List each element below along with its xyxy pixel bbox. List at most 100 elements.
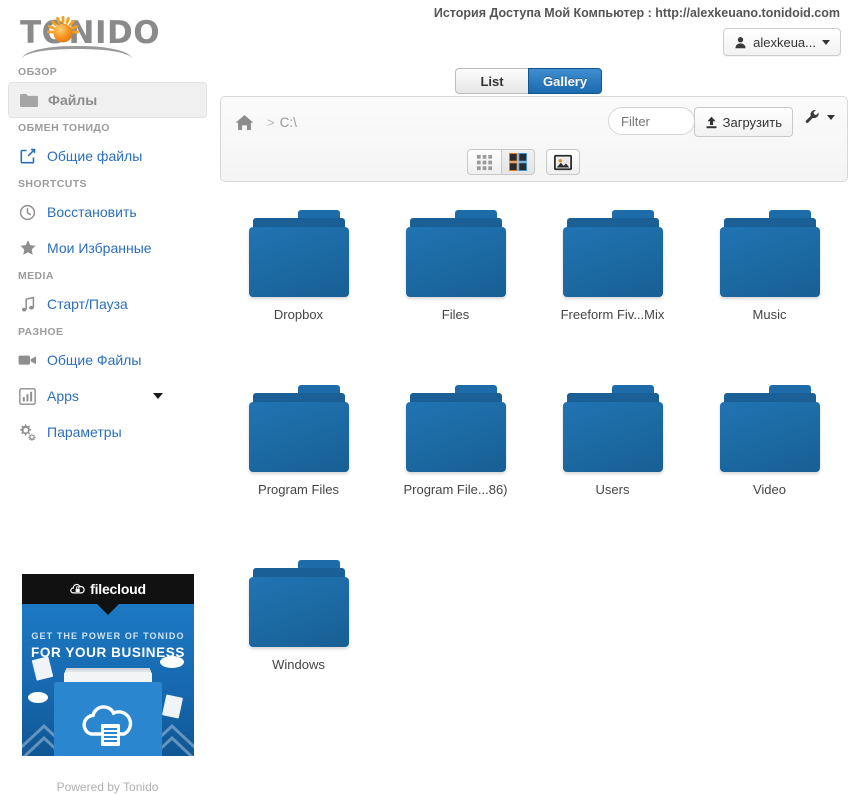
- filecloud-lock-icon: [70, 582, 85, 597]
- wrench-icon: [805, 109, 821, 125]
- file-item-label: Program File...86): [403, 482, 507, 497]
- tonido-logo[interactable]: TONIDO: [20, 10, 200, 56]
- folder-icon: [249, 206, 349, 302]
- promo-tagline-1: GET THE POWER OF TONIDO: [22, 631, 194, 641]
- powered-by-label: Powered by Tonido: [0, 780, 215, 794]
- photo-view-button[interactable]: [546, 149, 580, 175]
- file-item[interactable]: Users: [534, 381, 691, 556]
- sidebar-item-label: Apps: [47, 388, 79, 404]
- file-item-label: Freeform Fiv...Mix: [561, 307, 665, 322]
- file-item[interactable]: Music: [691, 206, 848, 381]
- promo-body: GET THE POWER OF TONIDO FOR YOUR BUSINES…: [22, 604, 194, 756]
- promo-cloud-document-icon: [77, 700, 137, 748]
- promo-header: filecloud: [22, 574, 194, 604]
- gears-icon: [18, 423, 37, 442]
- settings-button[interactable]: [805, 109, 835, 125]
- file-item-label: Files: [442, 307, 469, 322]
- tab-gallery[interactable]: Gallery: [528, 68, 602, 94]
- folder-icon: [406, 206, 506, 302]
- sidebar-item-label: Старт/Пауза: [47, 296, 128, 312]
- folder-icon: [249, 381, 349, 477]
- sidebar-item-my-favorites[interactable]: Мои Избранные: [8, 230, 207, 266]
- chevron-down-icon: [822, 40, 830, 45]
- chevron-down-icon: [827, 115, 835, 120]
- folder-icon: [406, 381, 506, 477]
- file-item[interactable]: Windows: [220, 556, 377, 731]
- file-grid-row: Windows: [220, 556, 848, 731]
- breadcrumb-separator: >: [267, 115, 275, 130]
- grid-view-group: [467, 149, 535, 175]
- file-item-label: Video: [753, 482, 786, 497]
- file-item-label: Windows: [272, 657, 325, 672]
- folder-icon: [720, 381, 820, 477]
- folder-icon: [563, 206, 663, 302]
- sidebar-section-shortcuts: SHORTCUTS: [0, 174, 215, 194]
- clock-icon: [18, 203, 37, 222]
- toolbar-panel: > C:\ Загрузить: [220, 96, 848, 182]
- sidebar-section-misc: РАЗНОЕ: [0, 322, 215, 342]
- file-grid-row: Program Files Program File...86) Users V…: [220, 381, 848, 556]
- sidebar-section-overview: ОБЗОР: [0, 62, 215, 82]
- file-item[interactable]: Freeform Fiv...Mix: [534, 206, 691, 381]
- sidebar-item-start-pause[interactable]: Старт/Пауза: [8, 286, 207, 322]
- breadcrumb-path[interactable]: C:\: [280, 115, 297, 130]
- user-icon: [734, 36, 747, 49]
- sidebar-item-label: Восстановить: [47, 204, 137, 220]
- sidebar-item-label: Мои Избранные: [47, 240, 152, 256]
- share-icon: [18, 147, 37, 166]
- upload-button-label: Загрузить: [723, 115, 782, 130]
- chevron-down-icon[interactable]: [153, 393, 163, 399]
- file-item-label: Music: [753, 307, 787, 322]
- view-mode-switcher: [467, 149, 580, 175]
- sidebar: ОБЗОР Файлы ОБМЕН ТОНИДО Общие файлы SHO…: [0, 62, 215, 742]
- tab-list[interactable]: List: [455, 68, 528, 94]
- filecloud-promo-banner[interactable]: filecloud GET THE POWER OF TONIDO FOR YO…: [22, 574, 194, 756]
- sun-icon: [47, 16, 79, 48]
- music-note-icon: [18, 295, 37, 314]
- star-icon: [18, 239, 37, 258]
- sidebar-section-tonido-share: ОБМЕН ТОНИДО: [0, 118, 215, 138]
- folder-icon: [720, 206, 820, 302]
- upload-button[interactable]: Загрузить: [694, 107, 793, 137]
- file-item-label: Dropbox: [274, 307, 323, 322]
- upload-icon: [705, 116, 718, 129]
- chart-bars-icon: [18, 387, 37, 406]
- file-item[interactable]: Program File...86): [377, 381, 534, 556]
- sidebar-item-label: Общие Файлы: [47, 352, 141, 368]
- file-grid-row: Dropbox Files Freeform Fiv...Mix Music: [220, 206, 848, 381]
- main-content: List Gallery > C:\ Загрузить: [220, 96, 848, 742]
- grid-large-icon: [509, 153, 527, 171]
- grid-small-icon: [476, 154, 493, 171]
- small-grid-view-button[interactable]: [467, 149, 501, 175]
- page-header: TONIDO: [0, 0, 848, 62]
- folder-icon: [249, 556, 349, 652]
- promo-cloud-small-left: [28, 692, 48, 703]
- sidebar-section-media: MEDIA: [0, 266, 215, 286]
- sidebar-item-files[interactable]: Файлы: [8, 82, 207, 118]
- file-item[interactable]: Files: [377, 206, 534, 381]
- access-history-url: История Доступа Мой Компьютер : http://a…: [434, 6, 840, 20]
- sidebar-item-label: Общие файлы: [47, 148, 142, 164]
- image-icon: [554, 154, 572, 171]
- search-input[interactable]: [608, 107, 695, 135]
- sidebar-item-shared-media[interactable]: Общие Файлы: [8, 342, 207, 378]
- folder-icon: [19, 91, 38, 110]
- file-item[interactable]: Dropbox: [220, 206, 377, 381]
- sidebar-item-label: Файлы: [48, 92, 97, 108]
- file-item[interactable]: Program Files: [220, 381, 377, 556]
- large-grid-view-button[interactable]: [501, 149, 535, 175]
- file-item-label: Program Files: [258, 482, 339, 497]
- file-item-label: Users: [596, 482, 630, 497]
- promo-logo-label: filecloud: [90, 581, 146, 597]
- promo-cloud-small-right: [160, 656, 184, 668]
- folder-icon: [563, 381, 663, 477]
- sidebar-item-label: Параметры: [47, 424, 122, 440]
- sidebar-item-settings[interactable]: Параметры: [8, 414, 207, 450]
- sidebar-item-apps[interactable]: Apps: [8, 378, 207, 414]
- file-item[interactable]: Video: [691, 381, 848, 556]
- home-icon[interactable]: [235, 114, 254, 131]
- user-menu-button[interactable]: alexkeua...: [723, 28, 841, 56]
- sidebar-item-restore[interactable]: Восстановить: [8, 194, 207, 230]
- video-camera-icon: [18, 351, 37, 370]
- sidebar-item-shared-files[interactable]: Общие файлы: [8, 138, 207, 174]
